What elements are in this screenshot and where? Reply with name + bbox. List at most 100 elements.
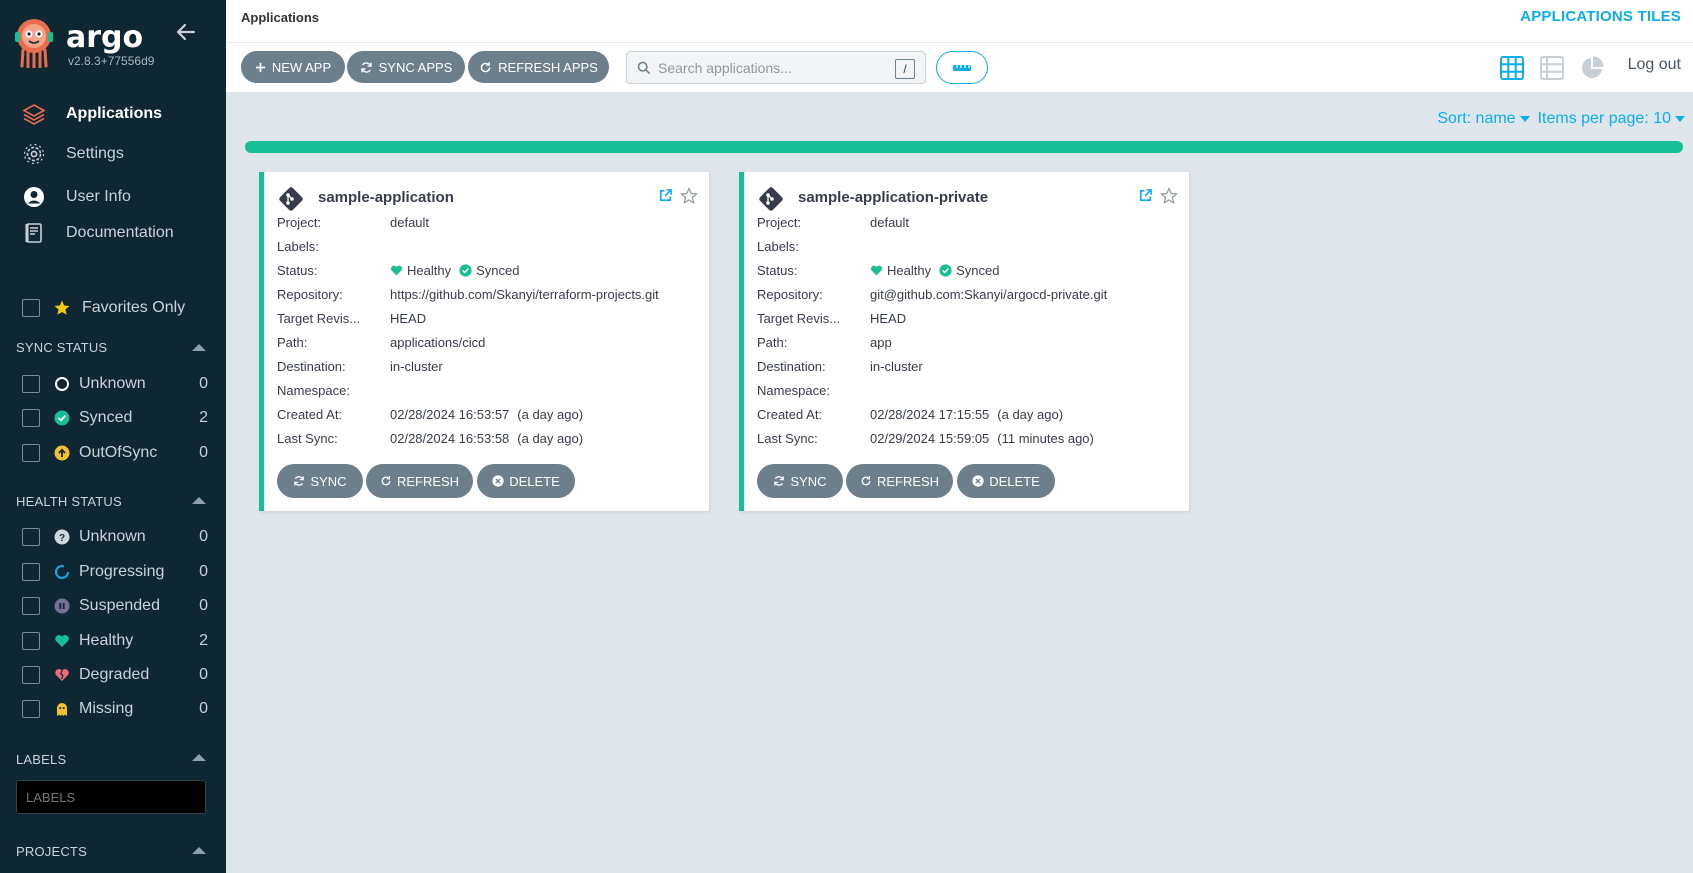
nav-settings[interactable]: Settings xyxy=(0,136,226,172)
field-label: Repository: xyxy=(757,287,823,302)
favorites-checkbox[interactable] xyxy=(22,299,40,317)
sync-button[interactable]: SYNC xyxy=(277,464,363,498)
app-name[interactable]: sample-application xyxy=(318,189,454,206)
sync-filter-outofsync[interactable]: OutOfSync 0 xyxy=(22,441,208,465)
button-label: REFRESH xyxy=(876,473,940,489)
health-filter-degraded[interactable]: Degraded 0 xyxy=(22,663,208,687)
path-row: Path: applications/cicd xyxy=(277,335,697,355)
last-sync-relative: (11 minutes ago) xyxy=(997,431,1094,446)
checkbox[interactable] xyxy=(22,632,40,650)
app-card[interactable]: sample-application-private Project: defau… xyxy=(739,172,1189,511)
breadcrumb[interactable]: Applications xyxy=(241,10,319,25)
sync-icon xyxy=(774,476,785,486)
status-row: Status: Healthy Synced xyxy=(757,263,1177,283)
layers-icon xyxy=(22,102,46,126)
filter-count: 0 xyxy=(199,597,208,614)
delete-button[interactable]: DELETE xyxy=(477,464,575,498)
field-label: Target Revis... xyxy=(757,311,841,326)
health-filter-missing[interactable]: Missing 0 xyxy=(22,697,208,721)
heart-icon xyxy=(54,633,70,649)
destination-value: in-cluster xyxy=(390,359,443,374)
favorites-only-filter[interactable]: Favorites Only xyxy=(22,299,185,317)
svg-text:?: ? xyxy=(59,533,65,544)
search-input[interactable] xyxy=(658,58,888,78)
sync-filter-unknown[interactable]: Unknown 0 xyxy=(22,372,208,396)
project-value: default xyxy=(870,215,910,230)
question-circle-icon: ? xyxy=(54,529,70,545)
projects-collapse-caret-icon[interactable] xyxy=(192,847,206,854)
delete-button[interactable]: DELETE xyxy=(957,464,1055,498)
target-revision-row: Target Revis... HEAD xyxy=(757,311,1177,331)
user-circle-icon xyxy=(22,185,46,209)
last-sync-row: Last Sync: 02/28/2024 16:53:58 (a day ago) xyxy=(277,431,697,451)
health-filter-suspended[interactable]: Suspended 0 xyxy=(22,594,208,618)
favorite-star-icon[interactable] xyxy=(1160,187,1178,205)
filter-label: Healthy xyxy=(79,632,134,649)
pie-chart-view-icon[interactable] xyxy=(1580,56,1604,80)
circle-notch-icon xyxy=(54,376,70,392)
search-box[interactable]: / xyxy=(626,51,926,84)
created-at-row: Created At: 02/28/2024 16:53:57 (a day ago… xyxy=(277,407,697,427)
field-label: Labels: xyxy=(277,239,319,254)
health-filter-progressing[interactable]: Progressing 0 xyxy=(22,560,208,584)
checkbox[interactable] xyxy=(22,528,40,546)
last-sync-date: 02/28/2024 16:53:58 xyxy=(390,431,510,446)
app-card[interactable]: sample-application Project: default Label… xyxy=(259,172,709,511)
sync-filter-synced[interactable]: Synced 2 xyxy=(22,406,208,430)
labels-collapse-caret-icon[interactable] xyxy=(192,754,206,761)
nav-user-info[interactable]: User Info xyxy=(0,179,226,215)
field-label: Namespace: xyxy=(757,383,830,398)
nav-documentation[interactable]: Documentation xyxy=(0,215,226,251)
sort-dropdown[interactable]: Sort: name xyxy=(1437,110,1530,128)
new-app-button[interactable]: NEW APP xyxy=(241,51,345,83)
checkbox[interactable] xyxy=(22,444,40,462)
list-view-icon[interactable] xyxy=(1540,56,1564,80)
status-value: Healthy Synced xyxy=(870,263,999,278)
health-filter-unknown[interactable]: ? Unknown 0 xyxy=(22,525,208,549)
refresh-button[interactable]: REFRESH xyxy=(366,464,473,498)
sync-apps-button[interactable]: SYNC APPS xyxy=(347,51,465,83)
logout-link[interactable]: Log out xyxy=(1628,56,1681,74)
health-status-text: Healthy xyxy=(887,263,932,278)
health-status-collapse-caret-icon[interactable] xyxy=(192,497,206,504)
health-filter-healthy[interactable]: Healthy 2 xyxy=(22,629,208,653)
checkbox[interactable] xyxy=(22,375,40,393)
filter-count: 0 xyxy=(199,375,208,392)
checkbox[interactable] xyxy=(22,700,40,718)
check-circle-icon xyxy=(459,264,472,277)
labels-filter-input[interactable] xyxy=(16,780,206,814)
external-link-icon[interactable] xyxy=(1138,188,1153,203)
favorite-star-icon[interactable] xyxy=(680,187,698,205)
filters-toggle-button[interactable] xyxy=(936,51,988,84)
project-value: default xyxy=(390,215,430,230)
created-at-date: 02/28/2024 16:53:57 xyxy=(390,407,510,422)
nav-applications[interactable]: Applications xyxy=(0,96,226,132)
field-label: Last Sync: xyxy=(277,431,338,446)
namespace-row: Namespace: xyxy=(757,383,1177,403)
field-label: Status: xyxy=(277,263,318,278)
tiles-view-icon[interactable] xyxy=(1500,56,1524,80)
sync-status-collapse-caret-icon[interactable] xyxy=(192,344,206,351)
field-label: Project: xyxy=(277,215,322,230)
status-value: Healthy Synced xyxy=(390,263,519,278)
checkbox[interactable] xyxy=(22,409,40,427)
collapse-sidebar-arrow-icon[interactable] xyxy=(174,20,198,44)
app-name[interactable]: sample-application-private xyxy=(798,189,988,206)
refresh-icon xyxy=(861,476,871,486)
refresh-icon xyxy=(480,61,491,72)
refresh-button[interactable]: REFRESH xyxy=(846,464,953,498)
heart-broken-icon xyxy=(54,667,70,683)
sync-button[interactable]: SYNC xyxy=(757,464,843,498)
filter-label: Unknown xyxy=(79,375,146,392)
external-link-icon[interactable] xyxy=(658,188,673,203)
checkbox[interactable] xyxy=(22,563,40,581)
project-row: Project: default xyxy=(757,215,1177,235)
repository-row: Repository: https://github.com/Skanyi/ter… xyxy=(277,287,697,307)
items-per-page-dropdown[interactable]: Items per page: 10 xyxy=(1538,110,1685,128)
checkbox[interactable] xyxy=(22,666,40,684)
created-at-value: 02/28/2024 17:15:55 (a day ago) xyxy=(870,407,1063,422)
refresh-apps-button[interactable]: REFRESH APPS xyxy=(468,51,609,83)
filter-count: 0 xyxy=(199,444,208,461)
last-sync-row: Last Sync: 02/29/2024 15:59:05 (11 minutes… xyxy=(757,431,1177,451)
checkbox[interactable] xyxy=(22,597,40,615)
